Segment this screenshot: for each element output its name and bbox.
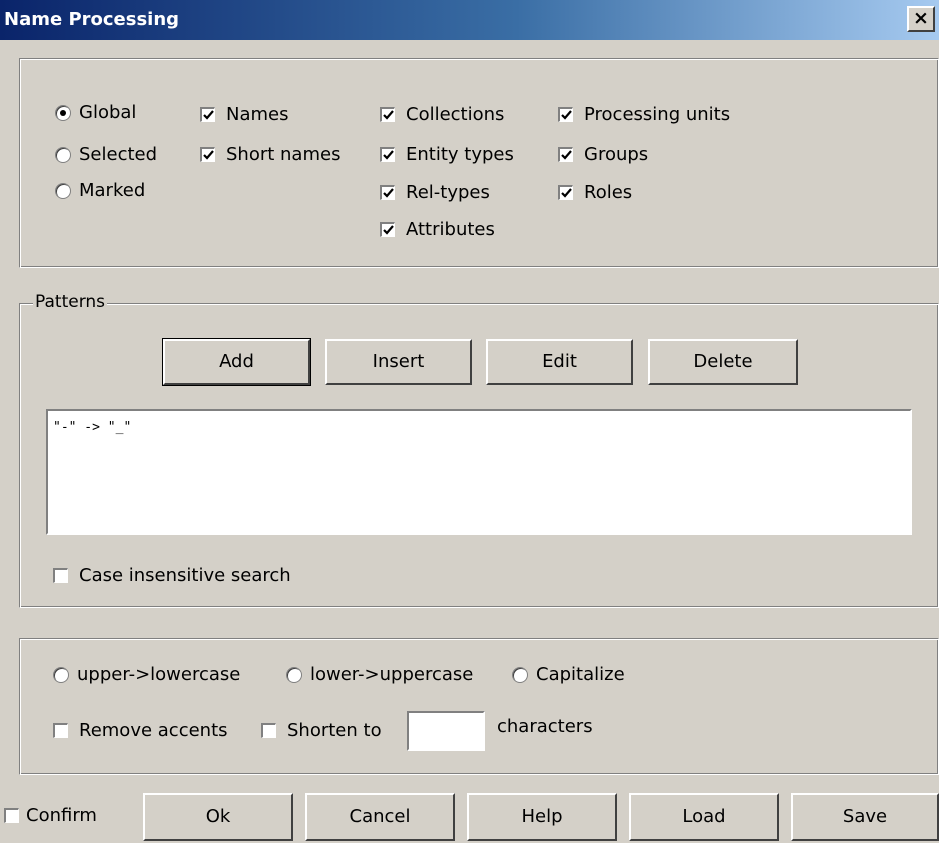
radio-global[interactable]: Global: [55, 102, 136, 123]
radio-lower-to-uppercase[interactable]: lower->uppercase: [286, 664, 473, 685]
help-button[interactable]: Help: [467, 793, 617, 841]
radio-label: Capitalize: [536, 664, 625, 685]
checkbox-collections[interactable]: Collections: [379, 104, 505, 125]
checkbox-remove-accents[interactable]: Remove accents: [52, 720, 228, 741]
checkbox-roles[interactable]: Roles: [557, 182, 633, 203]
checkmark-icon: [379, 106, 396, 123]
radio-selected-indicator: [55, 104, 71, 121]
radio-capitalize[interactable]: Capitalize: [512, 664, 625, 685]
checkbox-label: Processing units: [584, 104, 731, 125]
checkbox-label: Roles: [584, 182, 633, 203]
radio-indicator: [512, 666, 528, 683]
radio-label: upper->lowercase: [77, 664, 241, 685]
checkbox-label: Short names: [226, 144, 341, 165]
checkbox-case-insensitive[interactable]: Case insensitive search: [52, 565, 291, 586]
ok-button[interactable]: Ok: [143, 793, 293, 841]
save-button[interactable]: Save: [791, 793, 939, 841]
radio-label: Selected: [79, 144, 158, 165]
checkmark-icon: [379, 184, 396, 201]
help-button-label: Help: [521, 806, 563, 827]
window-title: Name Processing: [4, 9, 180, 30]
ok-button-label: Ok: [205, 806, 231, 827]
radio-label: Marked: [79, 180, 146, 201]
checkbox-label: Remove accents: [79, 720, 228, 741]
radio-label: lower->uppercase: [310, 664, 474, 685]
checkbox-label: Confirm: [26, 805, 97, 826]
checkbox-label: Names: [226, 104, 289, 125]
checkbox-label: Rel-types: [406, 182, 490, 203]
delete-button-label: Delete: [693, 351, 753, 372]
patterns-legend: Patterns: [33, 292, 108, 312]
checkbox-confirm[interactable]: Confirm: [3, 805, 97, 826]
checkbox-label: Groups: [584, 144, 649, 165]
cancel-button[interactable]: Cancel: [305, 793, 455, 841]
radio-label: Global: [79, 102, 137, 123]
list-item[interactable]: "-" -> "_": [48, 411, 910, 435]
close-button[interactable]: ×: [907, 6, 935, 32]
checkbox-processing-units[interactable]: Processing units: [557, 104, 731, 125]
title-bar[interactable]: Name Processing ×: [0, 0, 939, 40]
radio-upper-to-lowercase[interactable]: upper->lowercase: [53, 664, 240, 685]
checkbox-empty-indicator: [52, 722, 69, 739]
checkbox-rel-types[interactable]: Rel-types: [379, 182, 490, 203]
edit-button[interactable]: Edit: [486, 339, 633, 385]
checkbox-empty-indicator: [52, 567, 69, 584]
add-button-label: Add: [219, 351, 254, 372]
radio-indicator: [53, 666, 69, 683]
radio-indicator: [286, 666, 302, 683]
checkmark-icon: [557, 146, 574, 163]
cancel-button-label: Cancel: [349, 806, 411, 827]
checkbox-label: Case insensitive search: [79, 565, 291, 586]
add-button[interactable]: Add: [162, 338, 311, 386]
checkbox-label: Entity types: [406, 144, 514, 165]
insert-button-label: Insert: [372, 351, 425, 372]
shorten-length-input[interactable]: [407, 711, 485, 751]
radio-marked[interactable]: Marked: [55, 180, 145, 201]
checkbox-entity-types[interactable]: Entity types: [379, 144, 514, 165]
checkbox-label: Shorten to: [287, 720, 382, 741]
checkbox-short-names[interactable]: Short names: [199, 144, 341, 165]
save-button-label: Save: [842, 806, 888, 827]
checkbox-shorten-to[interactable]: Shorten to: [260, 720, 382, 741]
insert-button[interactable]: Insert: [325, 339, 472, 385]
load-button-label: Load: [682, 806, 726, 827]
radio-selected[interactable]: Selected: [55, 144, 157, 165]
checkbox-groups[interactable]: Groups: [557, 144, 649, 165]
characters-label: characters: [497, 716, 593, 737]
radio-indicator: [55, 182, 71, 199]
checkbox-empty-indicator: [260, 722, 277, 739]
checkmark-icon: [379, 146, 396, 163]
checkmark-icon: [199, 146, 216, 163]
checkbox-names[interactable]: Names: [199, 104, 289, 125]
checkbox-label: Collections: [406, 104, 505, 125]
checkbox-label: Attributes: [406, 219, 495, 240]
radio-indicator: [55, 146, 71, 163]
transform-group: [19, 638, 939, 775]
checkmark-icon: [379, 221, 396, 238]
edit-button-label: Edit: [542, 351, 577, 372]
checkmark-icon: [557, 184, 574, 201]
checkmark-icon: [557, 106, 574, 123]
load-button[interactable]: Load: [629, 793, 779, 841]
delete-button[interactable]: Delete: [648, 339, 798, 385]
checkbox-attributes[interactable]: Attributes: [379, 219, 495, 240]
checkbox-empty-indicator: [3, 807, 20, 824]
checkmark-icon: [199, 106, 216, 123]
pattern-list[interactable]: "-" -> "_": [46, 409, 912, 535]
close-icon: ×: [913, 7, 929, 29]
